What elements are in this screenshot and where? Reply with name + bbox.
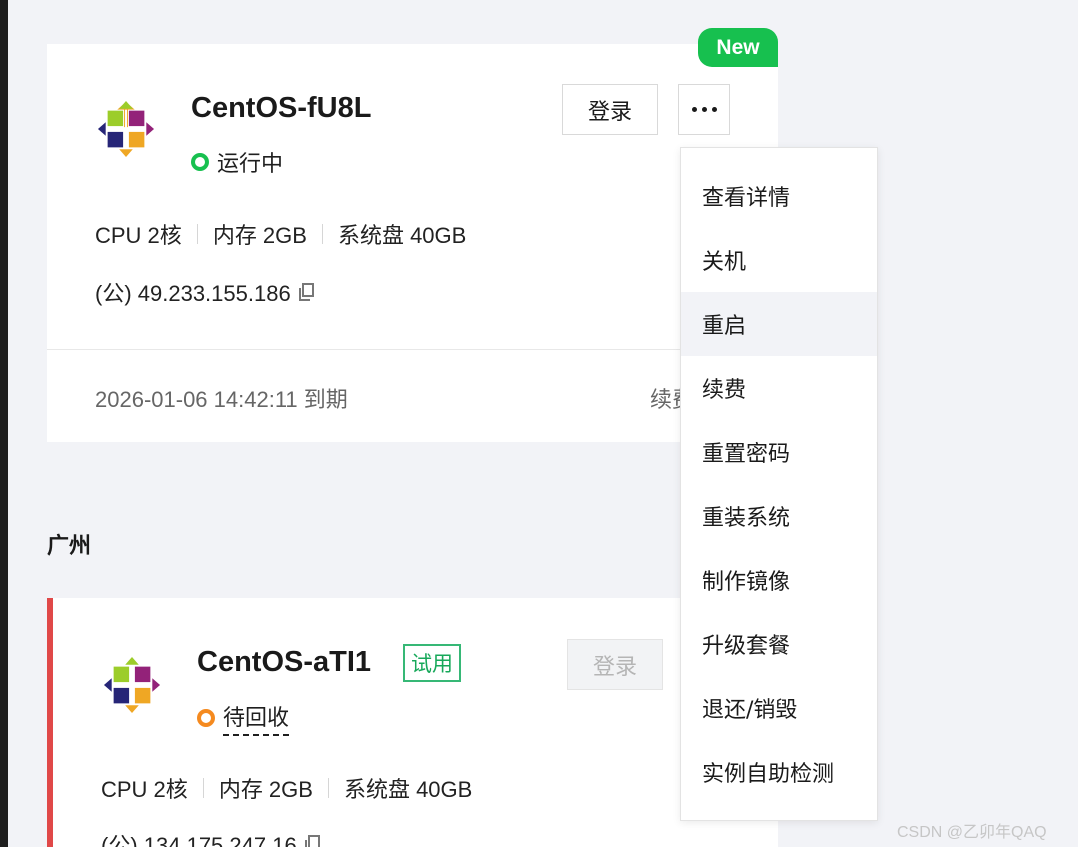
copy-icon[interactable] <box>303 834 323 847</box>
expiring-indicator <box>47 598 53 847</box>
status-running-icon <box>191 153 209 171</box>
copy-icon[interactable] <box>297 282 317 302</box>
menu-item-renew[interactable]: 续费 <box>681 356 877 420</box>
status-badge: 运行中 <box>191 146 283 178</box>
spec-memory: 内存 2GB <box>212 223 307 248</box>
ip-address: (公) 134.175.247.16 <box>101 833 297 847</box>
menu-item-shutdown[interactable]: 关机 <box>681 228 877 292</box>
menu-item-reinstall-system[interactable]: 重装系统 <box>681 484 877 548</box>
card-divider <box>47 349 778 350</box>
region-title: 广州 <box>47 534 92 559</box>
menu-item-upgrade-plan[interactable]: 升级套餐 <box>681 612 877 676</box>
menu-item-refund-destroy[interactable]: 退还/销毁 <box>681 676 877 740</box>
public-ip: (公) 49.233.155.186 <box>95 276 317 308</box>
spec-disk: 系统盘 40GB <box>337 223 467 248</box>
window-left-edge <box>0 0 8 847</box>
spec-cpu: CPU 2核 <box>101 777 188 802</box>
trial-tag: 试用 <box>403 644 461 682</box>
expire-date: 2026-01-06 14:42:11 到期 <box>95 387 348 412</box>
watermark: CSDN @乙卯年QAQ <box>897 824 1047 841</box>
more-actions-menu: 查看详情 关机 重启 续费 重置密码 重装系统 制作镜像 升级套餐 退还/销毁 … <box>680 147 878 821</box>
spec-divider <box>196 224 198 244</box>
login-button[interactable]: 登录 <box>567 639 663 690</box>
instance-card-1: CentOS-fU8L 运行中 登录 CPU 2核 内存 2GB 系统盘 40G… <box>47 44 778 442</box>
menu-item-create-image[interactable]: 制作镜像 <box>681 548 877 612</box>
spec-cpu: CPU 2核 <box>95 223 182 248</box>
status-pending-icon <box>197 709 215 727</box>
spec-disk: 系统盘 40GB <box>343 777 473 802</box>
public-ip: (公) 134.175.247.16 <box>101 828 323 847</box>
spec-divider <box>321 224 323 244</box>
centos-logo-icon <box>103 656 161 714</box>
menu-item-self-check[interactable]: 实例自助检测 <box>681 740 877 804</box>
new-badge: New <box>698 28 778 67</box>
menu-item-restart[interactable]: 重启 <box>681 292 877 356</box>
status-text[interactable]: 待回收 <box>223 700 290 736</box>
centos-logo-icon <box>97 100 155 158</box>
instance-name[interactable]: CentOS-fU8L <box>191 92 371 125</box>
instance-name[interactable]: CentOS-aTI1 <box>197 646 371 679</box>
login-button[interactable]: 登录 <box>562 84 658 135</box>
spec-memory: 内存 2GB <box>218 777 313 802</box>
more-dots-icon[interactable] <box>678 84 730 135</box>
instance-specs: CPU 2核 内存 2GB 系统盘 40GB <box>101 772 472 804</box>
menu-item-reset-password[interactable]: 重置密码 <box>681 420 877 484</box>
spec-divider <box>327 778 329 798</box>
ip-address: (公) 49.233.155.186 <box>95 281 291 306</box>
menu-item-view-details[interactable]: 查看详情 <box>681 164 877 228</box>
instance-card-2: CentOS-aTI1 试用 待回收 登录 CPU 2核 内存 2GB 系统盘 … <box>47 598 778 847</box>
spec-divider <box>202 778 204 798</box>
status-badge: 待回收 <box>197 700 290 736</box>
instance-specs: CPU 2核 内存 2GB 系统盘 40GB <box>95 218 466 250</box>
status-text: 运行中 <box>217 152 284 177</box>
